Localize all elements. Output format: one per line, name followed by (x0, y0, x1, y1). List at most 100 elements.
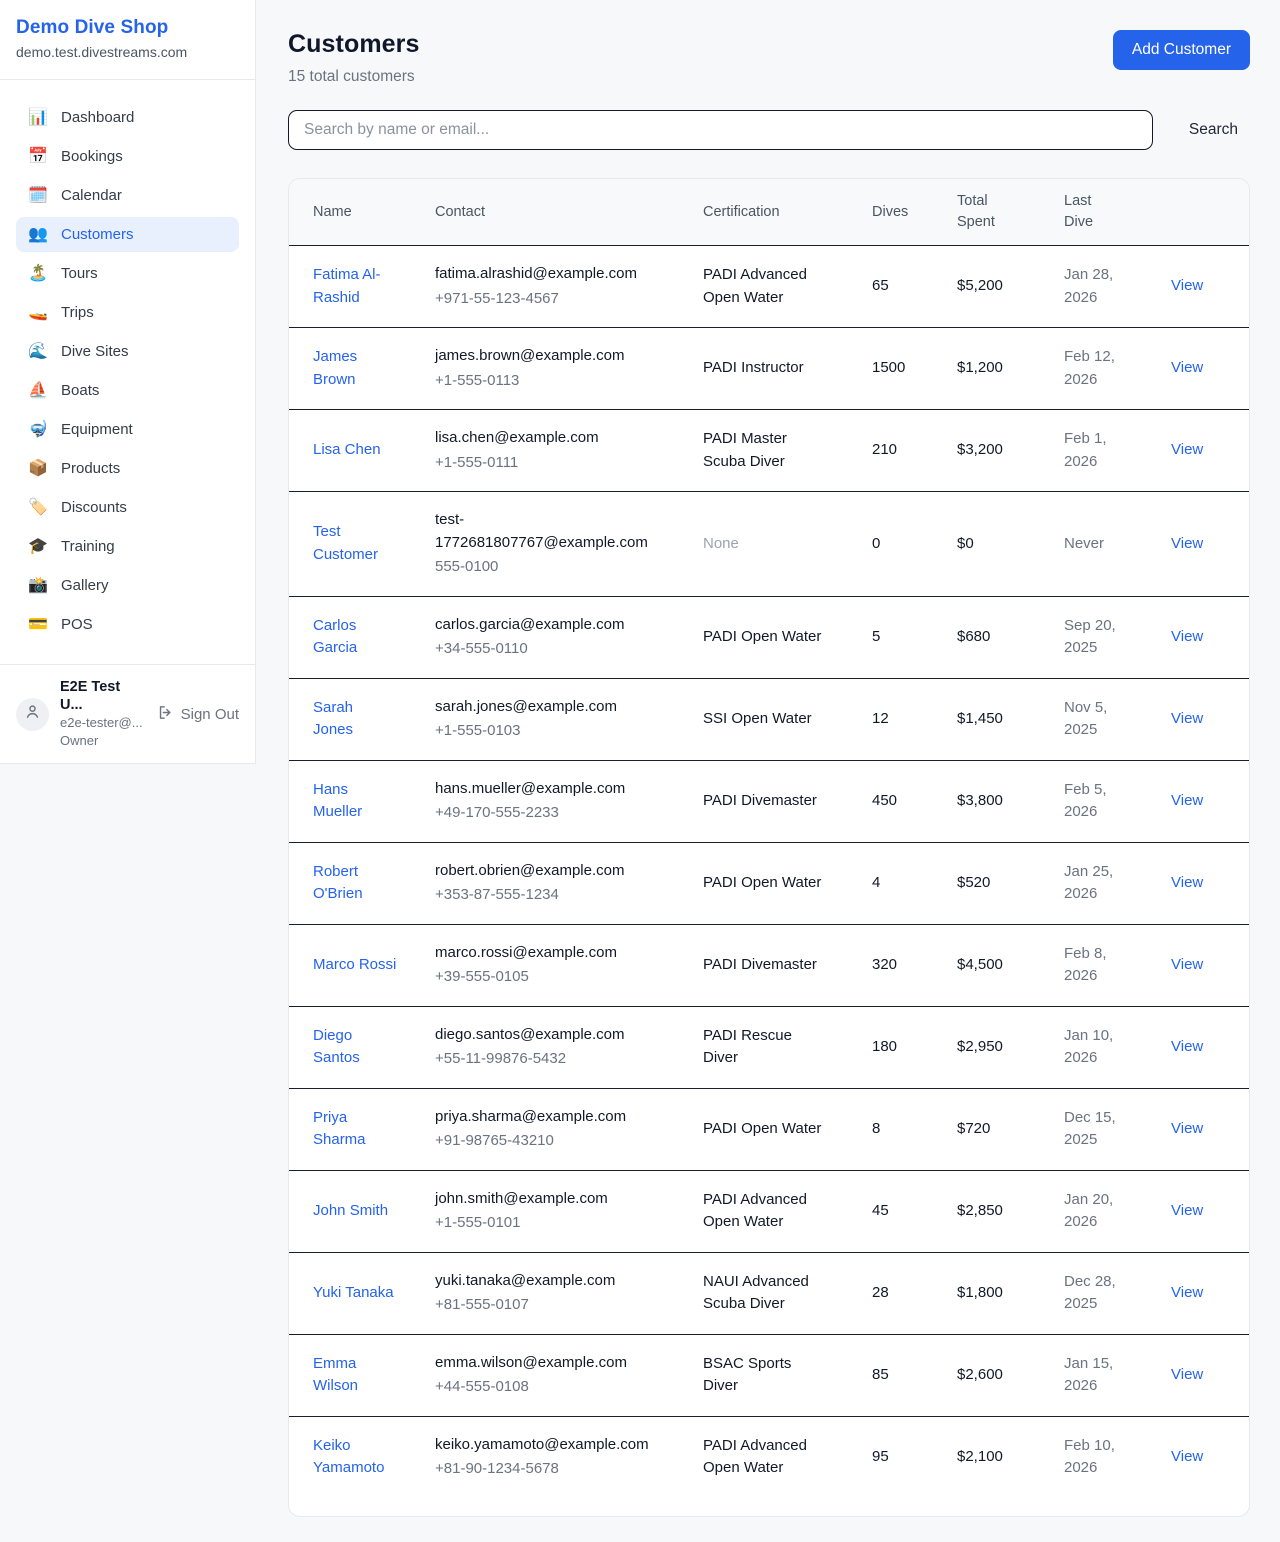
view-customer-link[interactable]: View (1171, 710, 1203, 727)
pos-icon: 💳 (28, 617, 48, 633)
view-customer-link[interactable]: View (1171, 874, 1203, 891)
person-icon (24, 703, 41, 725)
sidebar-item-dashboard[interactable]: 📊 Dashboard (16, 100, 239, 135)
customer-last-dive: Jan 20, 2026 (1064, 1170, 1171, 1252)
view-customer-link[interactable]: View (1171, 359, 1203, 376)
sidebar-item-bookings[interactable]: 📅 Bookings (16, 139, 239, 174)
customer-name-link[interactable]: Fatima Al-Rashid (313, 264, 397, 309)
customer-phone: +49-170-555-2233 (435, 802, 687, 825)
customer-phone: +34-555-0110 (435, 638, 687, 661)
customer-row: Test Customer test-1772681807767@example… (289, 492, 1249, 597)
customer-certification: PADI Open Water (703, 842, 872, 924)
customer-dives: 65 (872, 246, 957, 328)
view-customer-link[interactable]: View (1171, 441, 1203, 458)
view-customer-link[interactable]: View (1171, 277, 1203, 294)
page-title: Customers (288, 30, 420, 59)
customer-name-link[interactable]: Sarah Jones (313, 697, 397, 742)
customer-email: keiko.yamamoto@example.com (435, 1434, 647, 1457)
search-button[interactable]: Search (1177, 113, 1250, 147)
view-customer-link[interactable]: View (1171, 535, 1203, 552)
sidebar-item-pos[interactable]: 💳 POS (16, 607, 239, 642)
user-info: E2E Test U... e2e-tester@... Owner (60, 678, 146, 750)
column-header-actions (1171, 179, 1249, 246)
calendar-icon: 🗓️ (28, 188, 48, 204)
view-customer-link[interactable]: View (1171, 1120, 1203, 1137)
customer-last-dive: Jan 25, 2026 (1064, 842, 1171, 924)
customer-total-spent: $2,850 (957, 1170, 1064, 1252)
customers-table-card: Name Contact Certification Dives Total S… (288, 178, 1250, 1517)
sidebar-item-customers[interactable]: 👥 Customers (16, 217, 239, 252)
sidebar-item-boats[interactable]: ⛵ Boats (16, 373, 239, 408)
user-email: e2e-tester@... (60, 715, 146, 732)
customer-name-link[interactable]: Keiko Yamamoto (313, 1435, 397, 1480)
sidebar-item-products[interactable]: 📦 Products (16, 451, 239, 486)
sidebar-header: Demo Dive Shop demo.test.divestreams.com (0, 0, 255, 80)
customer-certification: PADI Master Scuba Diver (703, 410, 872, 492)
view-customer-link[interactable]: View (1171, 1284, 1203, 1301)
customer-certification: PADI Rescue Diver (703, 1006, 872, 1088)
customer-dives: 45 (872, 1170, 957, 1252)
customer-phone: 555-0100 (435, 556, 687, 579)
customer-name-link[interactable]: John Smith (313, 1200, 388, 1223)
customer-contact-cell: keiko.yamamoto@example.com +81-90-1234-5… (435, 1416, 703, 1498)
customer-name-link[interactable]: Test Customer (313, 521, 397, 566)
sidebar-item-label: Gallery (61, 577, 109, 594)
customer-row: Hans Mueller hans.mueller@example.com +4… (289, 760, 1249, 842)
customer-name-link[interactable]: Marco Rossi (313, 954, 396, 977)
customer-name-link[interactable]: Carlos Garcia (313, 615, 397, 660)
customer-phone: +39-555-0105 (435, 966, 687, 989)
view-customer-link[interactable]: View (1171, 792, 1203, 809)
customer-name-link[interactable]: Diego Santos (313, 1025, 397, 1070)
sidebar-item-calendar[interactable]: 🗓️ Calendar (16, 178, 239, 213)
customer-row: John Smith john.smith@example.com +1-555… (289, 1170, 1249, 1252)
customer-email: yuki.tanaka@example.com (435, 1270, 647, 1293)
customer-contact-cell: priya.sharma@example.com +91-98765-43210 (435, 1088, 703, 1170)
customer-total-spent: $2,600 (957, 1334, 1064, 1416)
view-customer-link[interactable]: View (1171, 1038, 1203, 1055)
customer-dives: 8 (872, 1088, 957, 1170)
products-icon: 📦 (28, 461, 48, 477)
customer-total-spent: $1,450 (957, 678, 1064, 760)
sidebar-item-dive-sites[interactable]: 🌊 Dive Sites (16, 334, 239, 369)
view-customer-link[interactable]: View (1171, 956, 1203, 973)
sidebar-item-label: Dive Sites (61, 343, 129, 360)
add-customer-button[interactable]: Add Customer (1113, 30, 1250, 70)
dive-sites-icon: 🌊 (28, 344, 48, 360)
customer-name-link[interactable]: Yuki Tanaka (313, 1282, 394, 1305)
training-icon: 🎓 (28, 539, 48, 555)
column-header-contact: Contact (435, 179, 703, 246)
dashboard-icon: 📊 (28, 110, 48, 126)
customer-row: Fatima Al-Rashid fatima.alrashid@example… (289, 246, 1249, 328)
customer-row: Robert O'Brien robert.obrien@example.com… (289, 842, 1249, 924)
customer-last-dive: Feb 12, 2026 (1064, 328, 1171, 410)
search-input[interactable] (288, 110, 1153, 150)
sidebar-item-trips[interactable]: 🚤 Trips (16, 295, 239, 330)
customer-row: Carlos Garcia carlos.garcia@example.com … (289, 596, 1249, 678)
sidebar-item-label: Dashboard (61, 109, 134, 126)
customer-row: Marco Rossi marco.rossi@example.com +39-… (289, 924, 1249, 1006)
view-customer-link[interactable]: View (1171, 628, 1203, 645)
customer-phone: +971-55-123-4567 (435, 288, 687, 311)
customer-name-link[interactable]: Hans Mueller (313, 779, 397, 824)
sidebar-item-tours[interactable]: 🏝️ Tours (16, 256, 239, 291)
customer-name-link[interactable]: James Brown (313, 346, 397, 391)
customer-name-link[interactable]: Lisa Chen (313, 439, 381, 462)
view-customer-link[interactable]: View (1171, 1366, 1203, 1383)
customer-email: john.smith@example.com (435, 1188, 647, 1211)
view-customer-link[interactable]: View (1171, 1202, 1203, 1219)
customer-total-spent: $3,800 (957, 760, 1064, 842)
customer-last-dive: Feb 1, 2026 (1064, 410, 1171, 492)
sidebar-item-gallery[interactable]: 📸 Gallery (16, 568, 239, 603)
customer-name-link[interactable]: Robert O'Brien (313, 861, 397, 906)
column-header-dives: Dives (872, 179, 957, 246)
customer-total-spent: $720 (957, 1088, 1064, 1170)
view-customer-link[interactable]: View (1171, 1448, 1203, 1465)
sidebar-item-discounts[interactable]: 🏷️ Discounts (16, 490, 239, 525)
sign-out-button[interactable]: Sign Out (157, 700, 239, 729)
sidebar-item-equipment[interactable]: 🤿 Equipment (16, 412, 239, 447)
column-header-certification: Certification (703, 179, 872, 246)
customer-name-link[interactable]: Priya Sharma (313, 1107, 397, 1152)
customer-name-link[interactable]: Emma Wilson (313, 1353, 397, 1398)
sidebar-item-training[interactable]: 🎓 Training (16, 529, 239, 564)
customer-dives: 5 (872, 596, 957, 678)
